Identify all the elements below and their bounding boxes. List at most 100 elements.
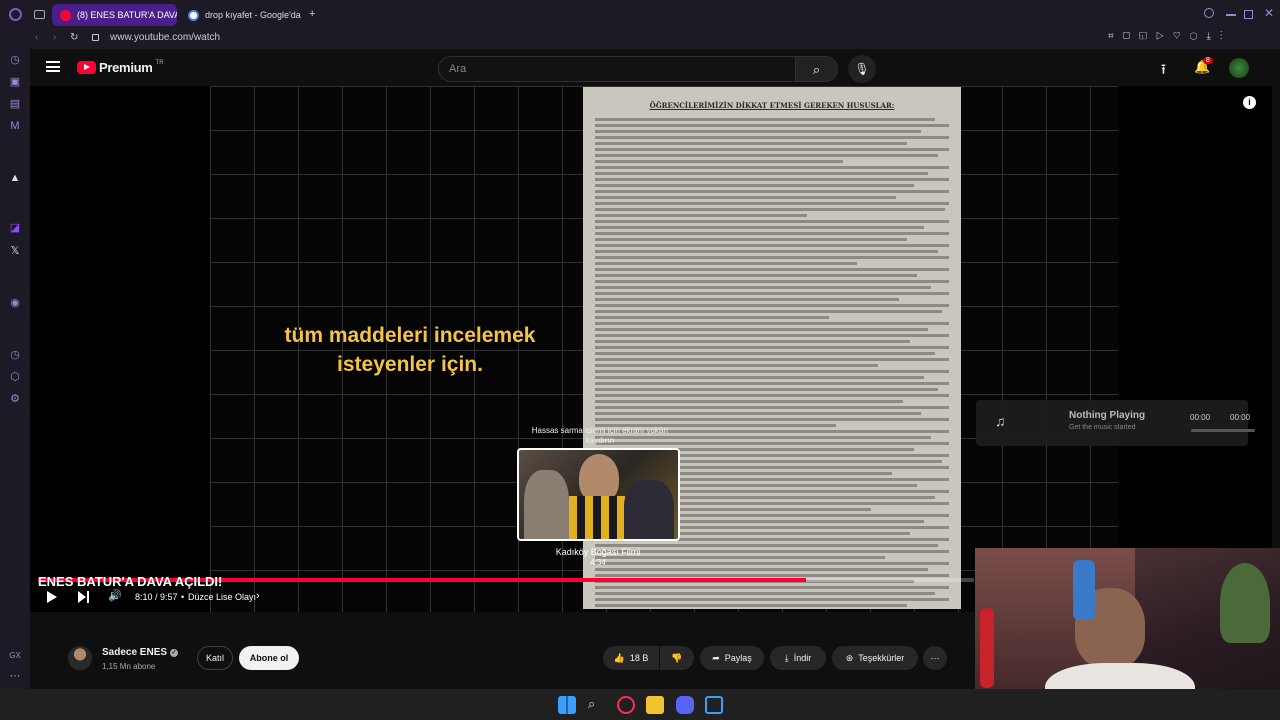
opera-gx-taskbar-icon[interactable] — [617, 696, 635, 714]
chapter-label[interactable]: Düzce Lise Olayı — [188, 592, 256, 602]
video-subtitle: tüm maddeleri incelemek isteyenler için. — [284, 324, 536, 376]
avatar[interactable] — [1229, 58, 1249, 78]
channel-name-text: Sadece ENES — [102, 647, 168, 658]
subscribe-button[interactable]: Abone ol — [239, 646, 299, 670]
chevron-right-icon[interactable]: › — [256, 590, 260, 602]
thumbs-down-icon: 👎 — [671, 652, 683, 663]
more-actions-button[interactable]: ⋯ — [923, 646, 947, 670]
player-icon[interactable]: ◉ — [8, 296, 22, 310]
document-text-line — [595, 346, 949, 349]
document-text-line — [595, 310, 942, 313]
music-title: Nothing Playing — [1069, 410, 1146, 421]
browser-logo-icon[interactable] — [9, 8, 22, 21]
document-text-line — [595, 238, 907, 241]
document-text-line — [595, 142, 907, 145]
seek-preview-thumbnail — [517, 448, 680, 541]
history-icon[interactable]: ◷ — [8, 53, 22, 67]
document-text-line — [595, 220, 949, 223]
document-text-line — [595, 352, 935, 355]
document-text-line — [595, 418, 949, 421]
extensions-icons[interactable]: ⌗▢◱▷♡⬡⤓⋮ — [1108, 31, 1231, 42]
address-bar-row: ‹ › ↻ www.youtube.com/watch ⌗▢◱▷♡⬡⤓⋮ — [0, 29, 1280, 49]
video-player[interactable]: ÖĞRENCİLERİMİZİN DİKKAT ETMESİ GEREKEN H… — [30, 86, 1272, 612]
document-text-line — [595, 304, 949, 307]
like-count: 18 B — [629, 653, 649, 663]
like-button[interactable]: 👍 18 B — [603, 646, 659, 670]
search-taskbar-icon[interactable]: ⌕ — [588, 696, 606, 714]
volume-icon[interactable]: 🔊 — [108, 589, 122, 602]
bag-icon[interactable]: ▣ — [8, 75, 22, 89]
search-input[interactable]: Ara — [438, 56, 796, 82]
document-text-line — [595, 406, 949, 409]
share-label: Paylaş — [724, 653, 752, 663]
clock-icon[interactable]: ◷ — [8, 348, 22, 362]
document-text-line — [595, 196, 896, 199]
play-icon[interactable] — [47, 591, 57, 603]
next-icon[interactable] — [78, 591, 86, 603]
logo-text: Premium — [99, 60, 153, 75]
tab-label: drop kıyafet - Google'da — [205, 10, 301, 20]
document-text-line — [595, 334, 949, 337]
share-button[interactable]: ➦ Paylaş — [700, 646, 764, 670]
menu-icon[interactable] — [46, 61, 60, 72]
tab-google[interactable]: drop kıyafet - Google'da — [180, 4, 305, 26]
document-text-line — [595, 328, 928, 331]
search-tabs-icon[interactable] — [1204, 8, 1214, 18]
seek-hint: Hassas sarma işlemi için ekranı yukarı k… — [531, 426, 669, 445]
maximize-icon[interactable] — [1244, 10, 1253, 19]
document-text-line — [595, 292, 949, 295]
upload-icon[interactable]: ⭱ — [1161, 59, 1166, 83]
gx-icon[interactable]: GX — [8, 649, 22, 663]
document-text-line — [595, 190, 949, 193]
document-text-line — [595, 364, 879, 367]
super-thanks-icon: ⊛ — [845, 652, 854, 663]
ai-app-icon[interactable]: ▲ — [8, 171, 22, 185]
thumbs-up-icon: 👍 — [613, 652, 625, 663]
browser-sidebar: ◷ ▣ ▤ M ▲ ◪ 𝕏 ◉ ◷ ⬡ ⚙ GX ⋯ — [0, 49, 30, 689]
chapter-separator: • — [181, 592, 185, 602]
voice-search-button[interactable]: 🎙 — [848, 55, 876, 83]
settings-icon[interactable]: ⚙ — [8, 392, 22, 406]
music-subtitle: Get the music started — [1069, 424, 1136, 431]
twitch-icon[interactable]: ◪ — [8, 221, 22, 235]
new-tab-icon[interactable]: + — [309, 8, 315, 20]
youtube-logo[interactable]: Premium TR — [77, 60, 164, 75]
forward-icon[interactable]: › — [53, 32, 56, 43]
tab-youtube[interactable]: (8) ENES BATUR'A DAVA — [52, 4, 177, 26]
more-icon[interactable]: ⋯ — [8, 669, 22, 683]
channel-avatar[interactable] — [68, 646, 92, 670]
mic-arm — [980, 608, 994, 688]
file-explorer-icon[interactable] — [646, 696, 664, 714]
pin-icon[interactable]: ▤ — [8, 97, 22, 111]
reload-icon[interactable]: ↻ — [70, 32, 78, 43]
music-time-right: 00:00 — [1230, 413, 1251, 422]
thanks-button[interactable]: ⊛ Teşekkürler — [832, 646, 918, 670]
minimize-icon[interactable] — [1226, 14, 1236, 16]
m-app-icon[interactable]: M — [8, 119, 22, 133]
back-icon[interactable]: ‹ — [35, 32, 38, 43]
dislike-button[interactable]: 👎 — [660, 646, 694, 670]
download-button[interactable]: ⤓ İndir — [770, 646, 826, 670]
tab-manager-icon[interactable] — [34, 10, 45, 19]
document-text-line — [595, 148, 949, 151]
music-seek-bar[interactable] — [1191, 429, 1255, 432]
url-field[interactable]: www.youtube.com/watch — [110, 32, 220, 43]
document-text-line — [595, 154, 939, 157]
join-button[interactable]: Katıl — [197, 646, 233, 670]
x-icon[interactable]: 𝕏 — [8, 244, 22, 258]
info-icon[interactable]: i — [1243, 96, 1256, 109]
extension-icon[interactable]: ⬡ — [8, 370, 22, 384]
discord-icon[interactable] — [676, 696, 694, 714]
verified-icon: ✓ — [170, 648, 179, 657]
document-text-line — [595, 160, 843, 163]
close-window-icon[interactable]: ✕ — [1264, 6, 1274, 20]
document-text-line — [595, 388, 939, 391]
document-text-line — [595, 226, 925, 229]
youtube-play-logo-icon — [77, 61, 96, 74]
windows-start-icon[interactable] — [558, 696, 576, 714]
app-taskbar-icon[interactable] — [705, 696, 723, 714]
music-widget[interactable]: ♫ Nothing Playing Get the music started … — [976, 400, 1255, 446]
channel-name[interactable]: Sadece ENES ✓ — [102, 647, 179, 658]
alien-poster — [1220, 563, 1270, 643]
search-button[interactable]: ⌕ — [796, 56, 838, 82]
